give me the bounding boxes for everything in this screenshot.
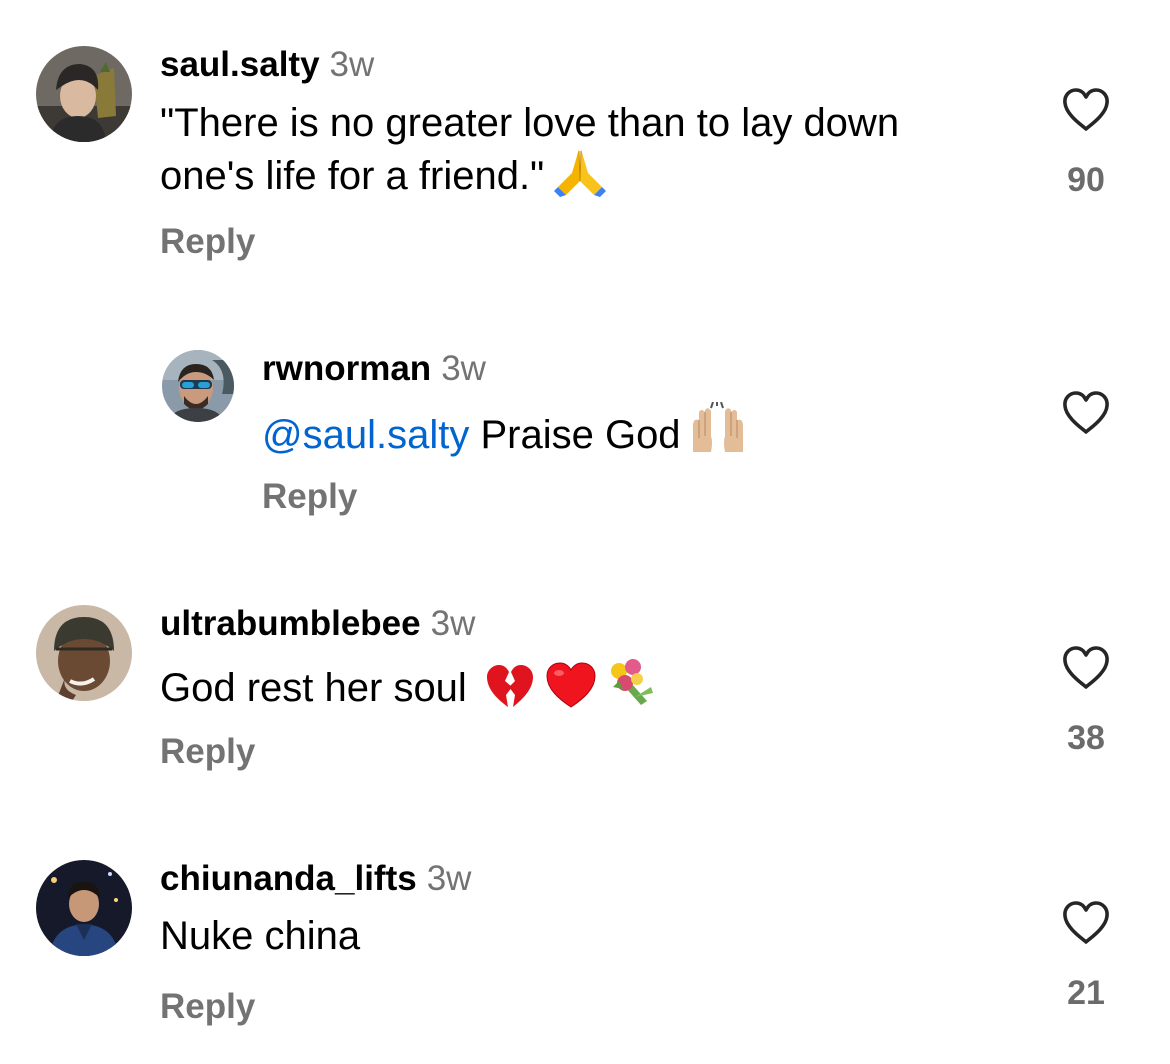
comment-text-line: one's life for a friend."	[160, 147, 899, 200]
comment-text: God rest her soul	[160, 657, 659, 712]
heart-outline-icon	[1063, 391, 1109, 434]
timestamp: 3w	[329, 45, 375, 84]
like-count: 38	[1067, 719, 1105, 757]
comment-header: saul.salty 3w	[160, 45, 374, 85]
comment-header: ultrabumblebee 3w	[160, 604, 475, 644]
reply-comment-item: rwnorman 3w @saul.salty Praise God Reply	[0, 300, 1170, 560]
heart-outline-icon	[1063, 901, 1109, 944]
avatar-image	[36, 605, 132, 701]
like-button[interactable]	[1061, 645, 1111, 691]
username[interactable]: saul.salty	[160, 45, 320, 84]
comment-text-content: Praise God	[469, 413, 681, 457]
avatar-image	[162, 350, 234, 422]
avatar[interactable]	[36, 46, 132, 142]
username[interactable]: rwnorman	[262, 349, 431, 388]
username[interactable]: chiunanda_lifts	[160, 859, 417, 898]
heart-outline-icon	[1063, 646, 1109, 689]
timestamp: 3w	[430, 604, 476, 643]
bouquet-icon	[605, 657, 659, 709]
comment-item: saul.salty 3w "There is no greater love t…	[0, 0, 1170, 300]
comment-text: Nuke china	[160, 912, 360, 960]
avatar[interactable]	[36, 860, 132, 956]
raising-hands-icon	[689, 402, 747, 456]
red-heart-icon	[545, 661, 597, 709]
like-button[interactable]	[1061, 390, 1111, 436]
like-button[interactable]	[1061, 900, 1111, 946]
like-button[interactable]	[1061, 87, 1111, 133]
like-count: 90	[1067, 161, 1105, 199]
timestamp: 3w	[441, 349, 486, 388]
avatar-image	[36, 46, 132, 142]
mention-link[interactable]: @saul.salty	[262, 413, 469, 457]
reply-button[interactable]: Reply	[160, 732, 255, 772]
comment-text-content: God rest her soul	[160, 666, 467, 710]
avatar[interactable]	[36, 605, 132, 701]
comment-text: "There is no greater love than to lay do…	[160, 99, 899, 200]
broken-heart-icon	[485, 663, 535, 709]
comment-header: rwnorman 3w	[262, 349, 486, 389]
like-count: 21	[1067, 974, 1105, 1012]
heart-outline-icon	[1063, 88, 1109, 131]
reply-button[interactable]: Reply	[160, 987, 255, 1027]
comment-text-line-content: one's life for a friend."	[160, 154, 545, 198]
timestamp: 3w	[426, 859, 472, 898]
avatar[interactable]	[162, 350, 234, 422]
comment-text-line: @saul.salty Praise God	[262, 402, 747, 459]
reply-button[interactable]: Reply	[160, 222, 255, 262]
avatar-image	[36, 860, 132, 956]
comment-header: chiunanda_lifts 3w	[160, 859, 471, 899]
comment-item: ultrabumblebee 3w God rest her soul Repl…	[0, 560, 1170, 820]
comment-text: @saul.salty Praise God	[262, 402, 747, 459]
username[interactable]: ultrabumblebee	[160, 604, 421, 643]
folded-hands-icon	[552, 147, 608, 197]
comment-text-line: Nuke china	[160, 914, 361, 958]
comment-text-line: "There is no greater love than to lay do…	[160, 101, 900, 145]
comment-text-line: God rest her soul	[160, 657, 659, 712]
reply-button[interactable]: Reply	[262, 477, 357, 517]
comment-item: chiunanda_lifts 3w Nuke china Reply 21	[0, 820, 1170, 1064]
